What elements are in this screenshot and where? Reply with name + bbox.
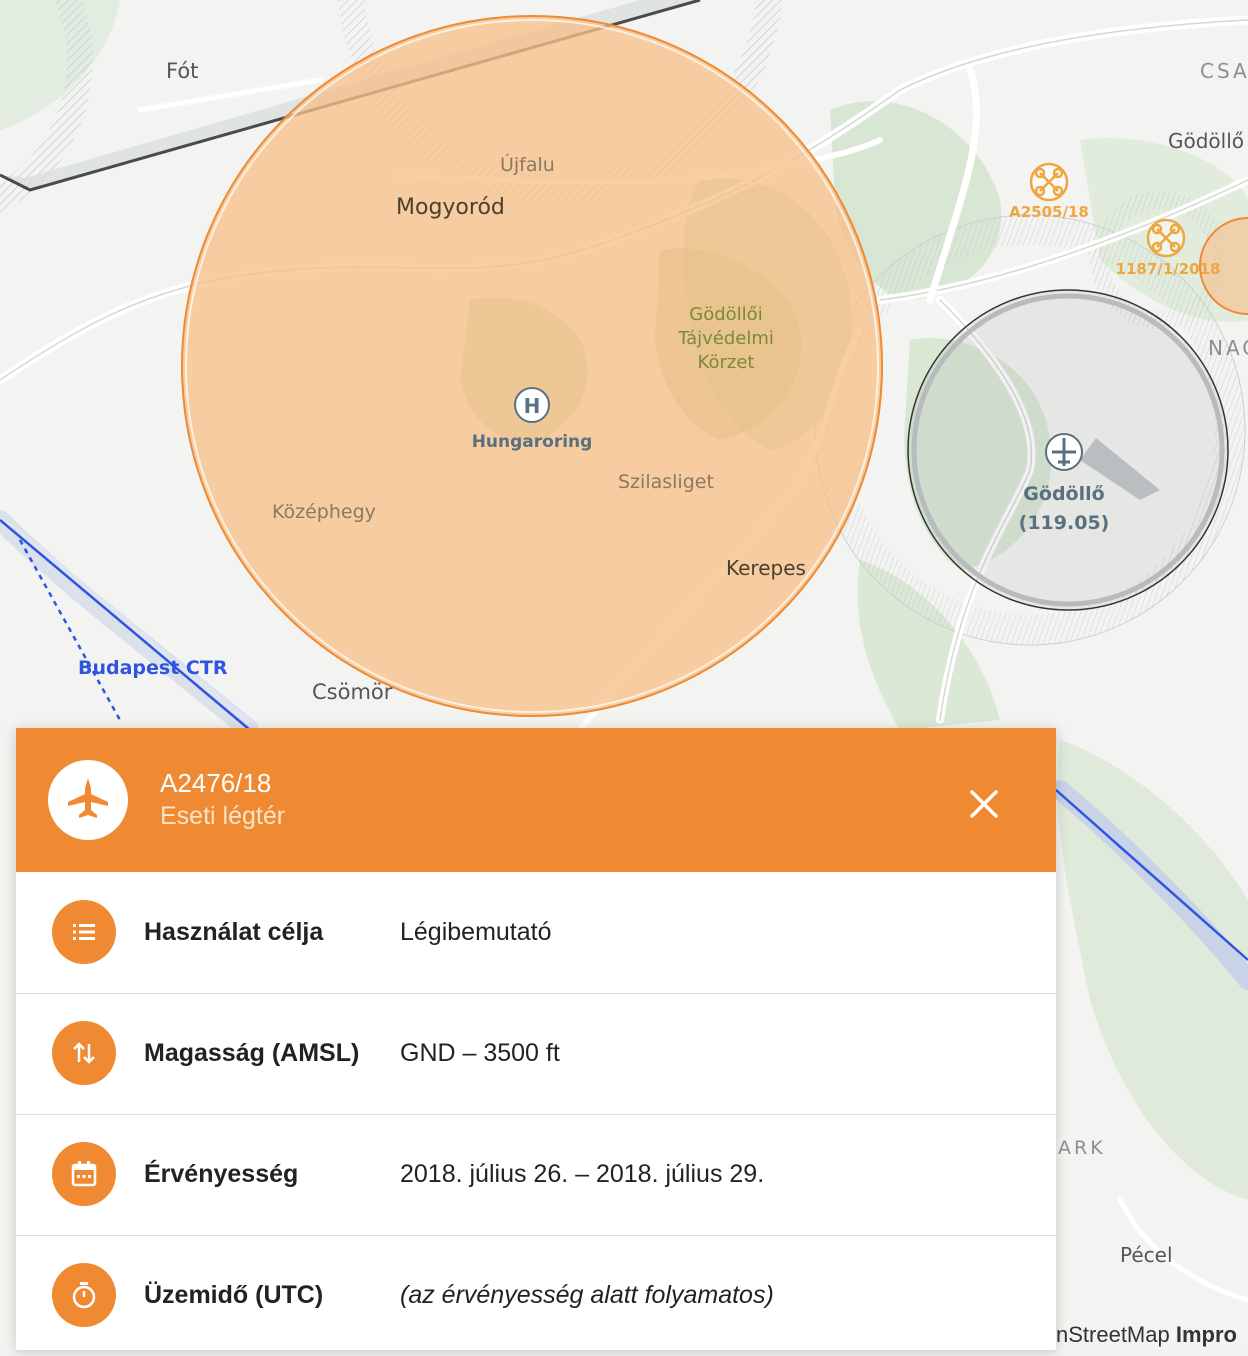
row-value: GND – 3500 ft [400, 1039, 560, 1067]
map-attribution: nStreetMap Impro [1056, 1322, 1237, 1348]
timer-icon [52, 1263, 116, 1327]
info-row-purpose: Használat célja Légibemutató [16, 872, 1056, 994]
map-label-mogyorod: Mogyoród [396, 195, 505, 220]
map-label-kerepes: Kerepes [726, 556, 806, 580]
map-label-pecel: Pécel [1120, 1243, 1173, 1267]
calendar-icon [52, 1142, 116, 1206]
osm-attribution-link[interactable]: nStreetMap [1056, 1322, 1170, 1347]
row-label: Üzemidő (UTC) [144, 1281, 324, 1309]
row-label: Használat célja [144, 918, 324, 946]
improve-map-link[interactable]: Impro [1176, 1322, 1237, 1347]
heliport-icon[interactable]: H [514, 387, 550, 423]
list-icon [52, 900, 116, 964]
row-value: Légibemutató [400, 918, 552, 946]
map-label-drone-zone[interactable]: 1187/1/2018 [1116, 260, 1221, 278]
info-row-validity: Érvényesség 2018. július 26. – 2018. júl… [16, 1114, 1056, 1236]
map-label-csa: CSA [1200, 59, 1248, 83]
drone-icon[interactable] [1029, 162, 1069, 202]
airspace-type: Eseti légtér [160, 802, 286, 830]
row-label: Magasság (AMSL) [144, 1039, 360, 1067]
drone-icon[interactable] [1146, 218, 1186, 258]
airspace-info-panel: A2476/18 Eseti légtér Használat célja Lé… [16, 728, 1056, 1350]
map-label-godollo-town: Gödöllő [1168, 129, 1244, 153]
map-label-hungaroring[interactable]: Hungaroring [472, 432, 593, 452]
fighter-jet-icon [64, 774, 112, 827]
row-value: (az érvényesség alatt folyamatos) [400, 1281, 774, 1309]
panel-header: A2476/18 Eseti légtér [16, 728, 1056, 872]
airspace-id: A2476/18 [160, 768, 272, 798]
svg-text:H: H [524, 394, 541, 418]
map-label-airfield-frequency: (119.05) [1019, 512, 1110, 534]
map-label-airfield-name[interactable]: Gödöllő [1023, 483, 1104, 505]
map-label-nac: NAC [1208, 336, 1248, 360]
close-button[interactable] [960, 782, 1008, 830]
row-value: 2018. július 26. – 2018. július 29. [400, 1160, 765, 1188]
temporary-airspace-zone[interactable] [181, 15, 883, 717]
info-row-operating-time: Üzemidő (UTC) (az érvényesség alatt foly… [16, 1235, 1056, 1356]
map-label-budapest-ctr[interactable]: Budapest CTR [78, 657, 228, 679]
altitude-arrows-icon [52, 1021, 116, 1085]
map-label-ujfalu: Újfalu [500, 152, 555, 176]
map-label-protected-area: Gödöllői [689, 304, 762, 325]
map-label-drone-zone[interactable]: A2505/18 [1009, 203, 1089, 221]
airfield-icon[interactable] [1045, 433, 1083, 471]
map-label-protected-area: Tájvédelmi [677, 328, 774, 349]
map-label-park: ARK [1058, 1137, 1106, 1159]
map-label-fot: Fót [166, 59, 198, 83]
map-label-szilasliget: Szilasliget [618, 471, 714, 493]
airspace-type-avatar [48, 760, 128, 840]
map-label-csomor: Csömör [312, 680, 393, 704]
map-label-kozephegy: Középhegy [272, 501, 376, 523]
info-row-altitude: Magasság (AMSL) GND – 3500 ft [16, 993, 1056, 1115]
map-label-protected-area: Körzet [698, 352, 755, 373]
close-icon [969, 789, 999, 824]
row-label: Érvényesség [144, 1160, 299, 1188]
